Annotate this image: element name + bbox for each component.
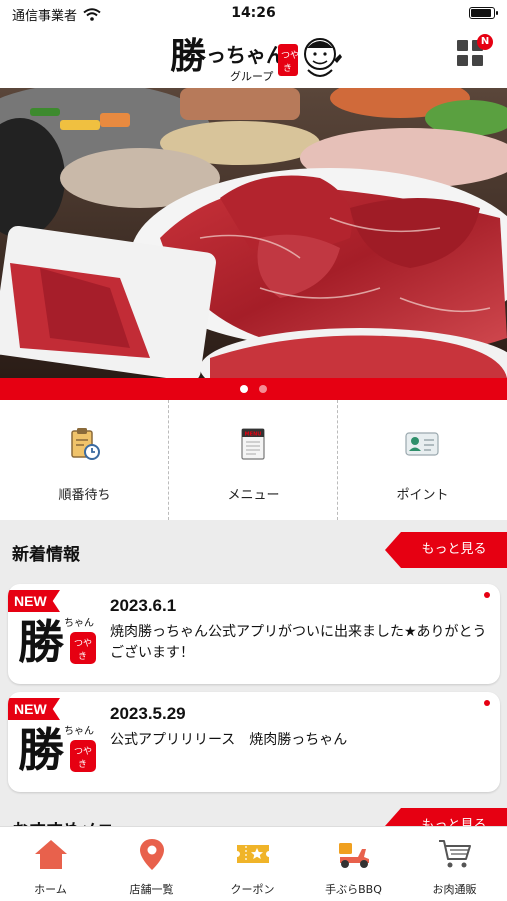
svg-text:き: き <box>78 651 87 662</box>
menu-book-icon: MENU <box>241 428 265 460</box>
svg-text:ちゃん: ちゃん <box>64 617 94 629</box>
carousel-dot-active[interactable] <box>240 385 248 393</box>
hero-banner[interactable] <box>0 88 507 378</box>
status-time: 14:26 <box>231 5 276 21</box>
clipboard-clock-icon <box>71 428 100 460</box>
news-text: 焼肉勝っちゃん公式アプリがついに出来ました★ありがとうございます！ <box>110 624 487 661</box>
quick-menu-queue[interactable]: 順番待ち <box>0 400 169 520</box>
app-header: 勝 っちゃん グループ つや き N <box>0 28 507 88</box>
news-text: 公式アプリリリース 焼肉勝っちゃん <box>110 732 348 748</box>
svg-text:ちゃん: ちゃん <box>64 725 94 737</box>
recommended-title: おすすめメニュー <box>12 816 148 826</box>
carousel-dot[interactable] <box>259 385 267 393</box>
svg-text:MENU: MENU <box>245 432 262 438</box>
tab-coupon[interactable]: クーポン <box>202 827 303 901</box>
news-date: 2023.5.29 <box>110 704 186 723</box>
svg-text:グループ: グループ <box>230 69 273 83</box>
grid-menu-button[interactable]: N <box>457 34 493 70</box>
news-title: 新着情報 <box>12 545 80 565</box>
quick-menu: 順番待ち MENU メニュー ポイント <box>0 400 507 520</box>
store-logo-icon: 勝 ちゃん つや き <box>18 723 96 776</box>
tab-online-shop[interactable]: お肉通販 <box>404 827 507 901</box>
notification-badge: N <box>477 34 493 50</box>
svg-text:勝: 勝 <box>18 615 65 668</box>
member-card-icon <box>405 432 439 456</box>
battery-icon <box>469 7 498 19</box>
tab-label: 手ぶらBBQ <box>325 883 382 896</box>
tab-label: 店舗一覧 <box>129 883 174 896</box>
svg-text:つや: つや <box>281 50 299 61</box>
news-card[interactable]: NEW 勝 ちゃん つや き 2023.6.1 焼肉勝っちゃん公式アプリがついに… <box>8 584 500 684</box>
news-section: 新着情報 もっと見る NEW 勝 ちゃん つや き 2023.6.1 焼肉勝っち… <box>0 520 507 826</box>
quick-menu-menu[interactable]: MENU メニュー <box>169 400 338 520</box>
svg-text:つや: つや <box>74 638 92 649</box>
tab-store-list[interactable]: 店舗一覧 <box>101 827 202 901</box>
tab-label: クーポン <box>230 883 275 896</box>
quick-menu-points[interactable]: ポイント <box>338 400 507 520</box>
hero-image <box>0 88 507 378</box>
svg-text:勝: 勝 <box>170 35 207 77</box>
coupon-ticket-icon <box>237 845 269 863</box>
tab-label: お肉通販 <box>432 883 477 896</box>
status-bar: 通信事業者 14:26 <box>0 0 507 28</box>
recommended-more-button[interactable]: もっと見る <box>385 808 507 826</box>
quick-menu-label: メニュー <box>227 488 280 503</box>
news-more-button[interactable]: もっと見る <box>385 532 507 568</box>
tab-bbq[interactable]: 手ぶらBBQ <box>303 827 404 901</box>
store-logo-icon: 勝 ちゃん つや き <box>18 615 96 668</box>
svg-text:き: き <box>78 759 87 770</box>
news-date: 2023.6.1 <box>110 596 177 615</box>
quick-menu-label: 順番待ち <box>58 488 111 503</box>
svg-text:き: き <box>283 63 292 74</box>
quick-menu-label: ポイント <box>396 488 449 503</box>
svg-text:っちゃん: っちゃん <box>206 43 286 67</box>
tab-label: ホーム <box>34 883 67 896</box>
brand-logo: 勝 っちゃん グループ つや き <box>170 30 345 86</box>
tab-home[interactable]: ホーム <box>0 827 101 901</box>
tab-bar: ホーム 店舗一覧 クーポン 手ぶらBBQ お肉通販 <box>0 826 507 900</box>
carousel-indicator <box>0 378 507 400</box>
unread-dot <box>484 700 490 706</box>
delivery-scooter-icon <box>339 843 369 868</box>
shopping-cart-icon <box>439 840 471 868</box>
unread-dot <box>484 592 490 598</box>
svg-text:つや: つや <box>74 746 92 757</box>
home-icon <box>35 840 67 869</box>
map-pin-icon <box>140 839 164 870</box>
svg-text:勝: 勝 <box>18 723 65 776</box>
news-card[interactable]: NEW 勝 ちゃん つや き 2023.5.29 公式アプリリリース 焼肉勝っち… <box>8 692 500 792</box>
